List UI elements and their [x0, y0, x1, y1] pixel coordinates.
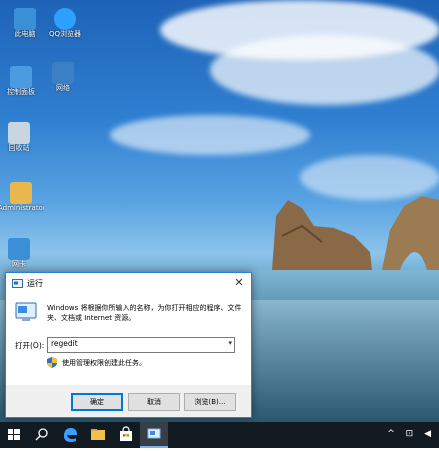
- desktop-icon-label: 回收站: [8, 144, 30, 152]
- run-app-icon: [147, 428, 161, 439]
- cloud: [110, 115, 310, 155]
- run-dialog: 运行 ✕ Windows 将根据你所输入的名称，为你打开相应的程序、文件夹、文档…: [5, 272, 252, 418]
- chevron-down-icon[interactable]: ▾: [228, 339, 232, 347]
- run-app-icon: [12, 279, 23, 288]
- this-pc-icon: [14, 8, 36, 30]
- open-input[interactable]: regedit: [51, 339, 78, 348]
- run-dialog-footer: 确定 取消 浏览(B)...: [6, 385, 251, 417]
- desktop-icon-label: 控制面板: [7, 88, 35, 96]
- desktop-icon-control-panel[interactable]: 控制面板: [0, 66, 44, 97]
- desktop-icon-recycle-bin[interactable]: 回收站: [0, 122, 42, 153]
- desktop-icon-label: 网卡: [12, 260, 26, 268]
- network-icon: [52, 62, 74, 84]
- taskbar-run-app[interactable]: [140, 422, 168, 448]
- store-icon[interactable]: [112, 422, 140, 448]
- close-icon[interactable]: ✕: [232, 276, 246, 290]
- qq-browser-icon: [54, 8, 76, 30]
- ok-button[interactable]: 确定: [71, 393, 123, 411]
- cloud: [300, 155, 439, 200]
- desktop-icon-label: Administrator: [0, 204, 44, 212]
- run-dialog-description: Windows 将根据你所输入的名称，为你打开相应的程序、文件夹、文档或 Int…: [47, 304, 242, 322]
- run-dialog-titlebar[interactable]: 运行 ✕: [6, 273, 251, 294]
- search-icon[interactable]: [28, 422, 56, 448]
- open-label: 打开(O):: [15, 341, 45, 350]
- file-explorer-icon[interactable]: [84, 422, 112, 448]
- sea-arch-rocks: [272, 196, 439, 270]
- run-program-icon: [15, 302, 37, 321]
- cancel-button[interactable]: 取消: [128, 393, 180, 411]
- system-tray[interactable]: ^ ⊡ ◀: [387, 429, 435, 439]
- control-panel-icon: [10, 66, 32, 88]
- desktop-icon-label: QQ浏览器: [48, 30, 82, 38]
- desktop-icon-administrator[interactable]: Administrator: [0, 182, 44, 213]
- windows-start-icon[interactable]: [0, 422, 28, 448]
- taskbar: ^ ⊡ ◀: [0, 422, 439, 448]
- desktop-icon-network-adapter[interactable]: 网卡: [0, 238, 42, 269]
- browse-button[interactable]: 浏览(B)...: [184, 393, 236, 411]
- open-combobox[interactable]: regedit ▾: [47, 337, 235, 353]
- run-dialog-title: 运行: [27, 279, 43, 288]
- desktop-icon-qq-browser[interactable]: QQ浏览器: [42, 8, 88, 39]
- cloud: [210, 35, 439, 105]
- desktop-icon-label: 网络: [56, 84, 70, 92]
- user-folder-icon: [10, 182, 32, 204]
- uac-shield-icon: [47, 357, 57, 368]
- admin-note: 使用管理权限创建此任务。: [62, 359, 146, 367]
- edge-icon[interactable]: [56, 422, 84, 448]
- recycle-bin-icon: [8, 122, 30, 144]
- network-adapter-icon: [8, 238, 30, 260]
- desktop-icon-network[interactable]: 网络: [40, 62, 86, 93]
